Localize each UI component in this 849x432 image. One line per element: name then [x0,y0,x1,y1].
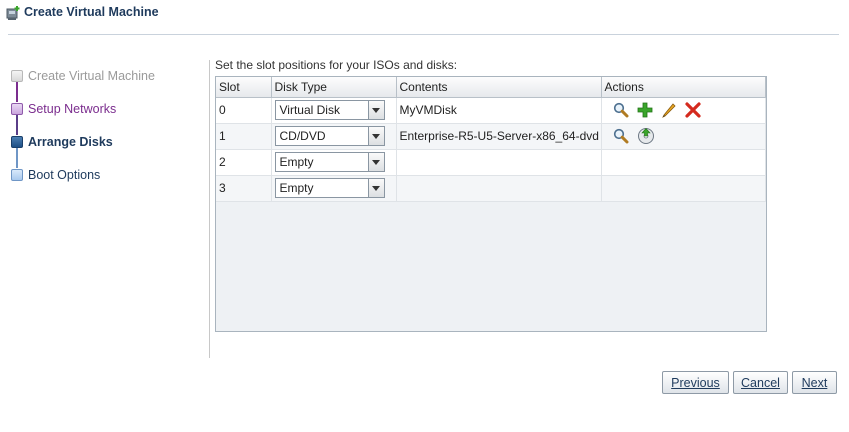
disk-type-value: CD/DVD [279,129,326,143]
step-label: Create Virtual Machine [28,69,155,83]
edit-icon[interactable] [661,102,677,118]
disk-type-cell: Empty [271,149,397,176]
disk-type-cell: Empty [271,175,397,202]
step-indicator [11,103,23,115]
slot-cell: 1 [216,123,272,150]
vertical-divider [209,60,210,358]
computer-icon [6,6,20,20]
title-bar: Create Virtual Machine [0,0,849,26]
cancel-button[interactable]: Cancel [733,371,788,394]
next-button[interactable]: Next [792,371,837,394]
table-row[interactable]: 3 Empty [216,175,766,202]
step-label: Arrange Disks [28,135,113,149]
actions-cell [601,175,766,202]
actions-cell [601,97,766,124]
column-header-contents[interactable]: Contents [396,77,602,98]
disk-type-select[interactable]: Empty [274,178,385,198]
actions-cell [601,149,766,176]
instruction-text: Set the slot positions for your ISOs and… [215,58,458,72]
dropdown-arrow-icon[interactable] [367,101,384,119]
disk-type-cell: Virtual Disk [271,97,397,124]
train-connector [16,148,18,168]
table-row[interactable]: 1 CD/DVD Enterprise-R5-U5-Server-x86_64-… [216,123,766,150]
dropdown-arrow-icon[interactable] [367,127,384,145]
contents-cell [396,175,602,202]
disk-type-select[interactable]: Virtual Disk [274,100,385,120]
search-icon[interactable] [613,128,629,144]
search-icon[interactable] [613,102,629,118]
contents-cell: MyVMDisk [396,97,602,124]
previous-button[interactable]: Previous [662,371,729,394]
disk-type-value: Virtual Disk [279,103,340,117]
step-setup-networks[interactable]: Setup Networks [11,100,116,118]
train-connector [16,82,18,102]
step-label: Boot Options [28,168,101,182]
disk-type-value: Empty [279,181,314,195]
disk-type-select[interactable]: CD/DVD [274,126,385,146]
title-divider [8,34,839,35]
step-label: Setup Networks [28,102,117,116]
window-title: Create Virtual Machine [24,5,159,19]
disk-type-value: Empty [279,155,314,169]
dropdown-arrow-icon[interactable] [367,153,384,171]
contents-cell: Enterprise-R5-U5-Server-x86_64-dvd [396,123,602,150]
step-boot-options[interactable]: Boot Options [11,166,100,184]
dropdown-arrow-icon[interactable] [367,179,384,197]
disk-type-cell: CD/DVD [271,123,397,150]
step-create-virtual-machine[interactable]: Create Virtual Machine [11,67,155,85]
step-indicator [11,70,23,82]
actions-cell [601,123,766,150]
slot-cell: 2 [216,149,272,176]
column-header-slot[interactable]: Slot [216,77,272,98]
disk-slots-table: Slot Disk Type Contents Actions 0 Virtua… [215,76,767,332]
delete-icon[interactable] [684,102,701,118]
slot-cell: 3 [216,175,272,202]
table-row[interactable]: 2 Empty [216,149,766,176]
column-header-disk-type[interactable]: Disk Type [271,77,397,98]
disk-type-select[interactable]: Empty [274,152,385,172]
step-indicator [11,169,23,181]
train-connector [16,115,18,135]
slot-cell: 0 [216,97,272,124]
column-header-actions[interactable]: Actions [601,77,766,98]
step-indicator [11,136,23,148]
eject-icon[interactable] [637,127,655,145]
table-row[interactable]: 0 Virtual Disk MyVMDisk [216,97,766,124]
contents-cell [396,149,602,176]
add-icon[interactable] [637,102,653,118]
step-arrange-disks[interactable]: Arrange Disks [11,133,113,151]
